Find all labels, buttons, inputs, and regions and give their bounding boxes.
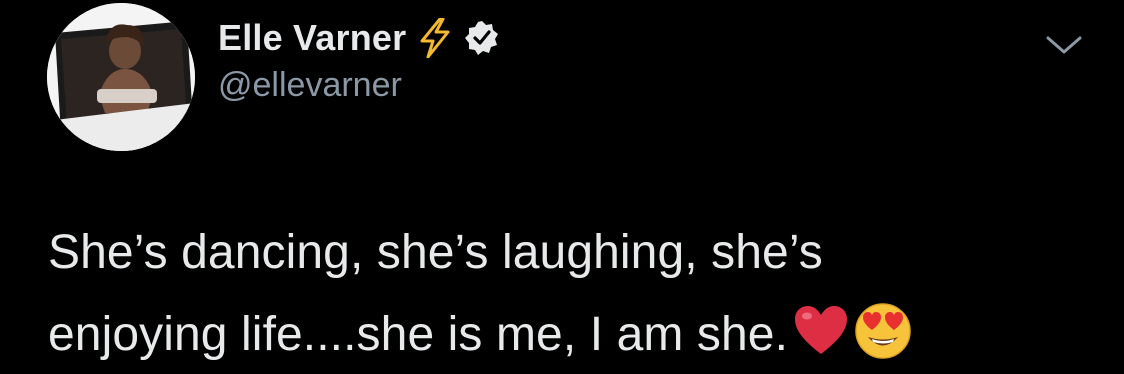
tweet-text-line: enjoying life....she is me, I am she. <box>48 308 789 361</box>
heart-eyes-face-icon <box>854 302 912 360</box>
tweet-card: Elle Varner @ellevarner She’s dancing, s… <box>0 0 1124 374</box>
tweet-text-line: She’s dancing, she’s laughing, she’s <box>48 226 823 279</box>
avatar[interactable] <box>47 3 195 151</box>
author-display-name[interactable]: Elle Varner <box>218 17 406 59</box>
tweet-text-line-with-emoji: enjoying life....she is me, I am she. <box>48 294 1108 374</box>
red-heart-icon <box>792 302 850 360</box>
verified-badge-icon <box>464 20 500 56</box>
more-options-button[interactable] <box>1044 30 1084 60</box>
chevron-down-icon <box>1046 36 1082 54</box>
tweet-text: She’s dancing, she’s laughing, she’s enj… <box>48 212 1108 374</box>
author-name-row: Elle Varner <box>218 14 500 62</box>
lightning-bolt-icon <box>418 18 452 58</box>
avatar-photo <box>47 3 195 151</box>
author-handle[interactable]: @ellevarner <box>218 66 402 105</box>
